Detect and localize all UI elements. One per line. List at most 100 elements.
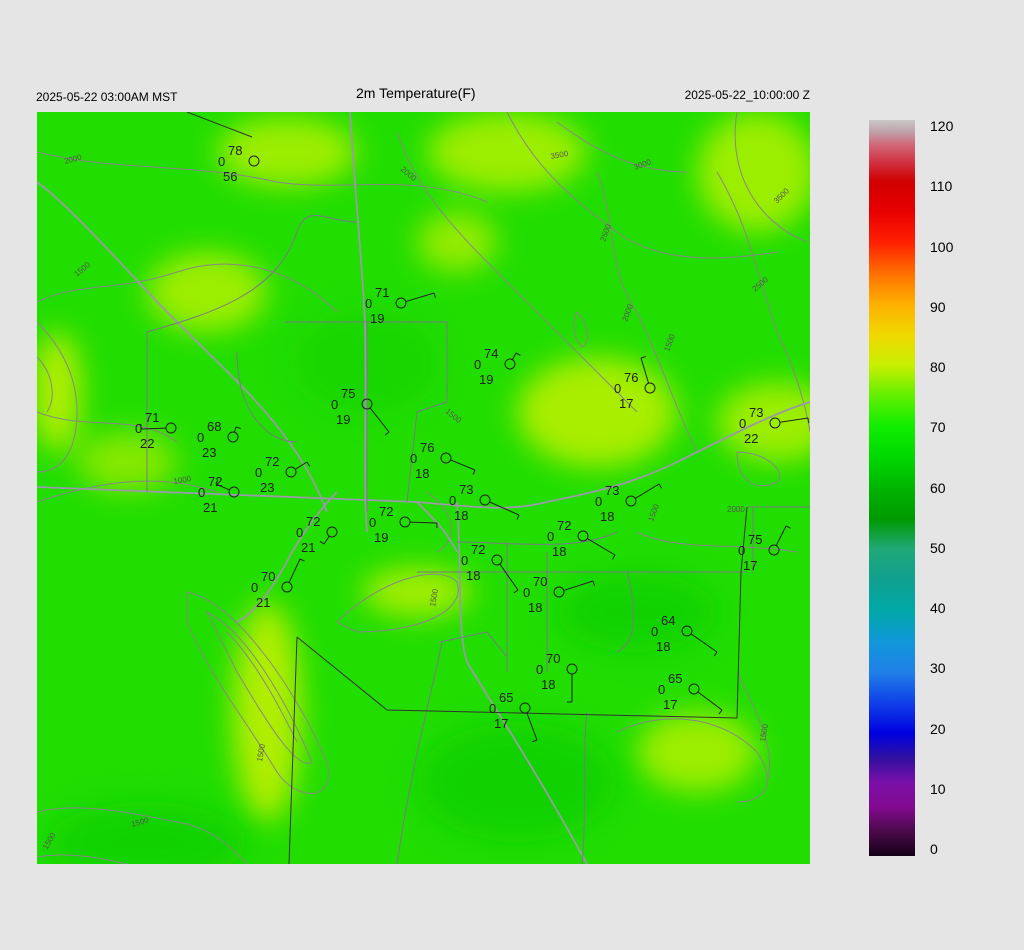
wind-barb-flag xyxy=(319,540,325,545)
station-precip: 0 xyxy=(547,529,554,544)
station-plot: 72021 xyxy=(296,514,338,555)
station-precip: 0 xyxy=(410,451,417,466)
station-circle xyxy=(361,398,373,410)
station-plot: 75019 xyxy=(331,386,390,436)
station-plot: 64018 xyxy=(651,613,718,657)
contour-label: 2000 xyxy=(63,152,83,165)
contour-label: 1500 xyxy=(130,815,150,828)
station-circle xyxy=(227,431,239,443)
wind-barb xyxy=(288,558,301,583)
station-temperature: 74 xyxy=(484,346,498,361)
wind-barb xyxy=(499,563,519,591)
station-precip: 0 xyxy=(218,154,225,169)
station-temperature: 70 xyxy=(261,569,275,584)
station-temperature: 73 xyxy=(459,482,473,497)
station-temperature: 72 xyxy=(471,542,485,557)
station-dewpoint: 17 xyxy=(494,716,508,731)
station-temperature: 78 xyxy=(228,143,242,158)
station-plot: 70021 xyxy=(251,558,305,610)
station-precip: 0 xyxy=(523,585,530,600)
station-circle xyxy=(688,683,700,695)
wind-barb xyxy=(323,535,330,545)
station-plot: 72019 xyxy=(369,504,438,545)
station-temperature: 75 xyxy=(341,386,355,401)
station-plot: 71022 xyxy=(135,410,177,451)
station-precip: 0 xyxy=(365,296,372,311)
station-dewpoint: 18 xyxy=(541,677,555,692)
station-circle xyxy=(681,625,693,637)
wind-barb xyxy=(489,501,520,516)
station-plot: 70018 xyxy=(536,651,578,703)
station-temperature: 76 xyxy=(624,370,638,385)
station-circle xyxy=(491,554,503,566)
station-precip: 0 xyxy=(489,701,496,716)
station-precip: 0 xyxy=(738,543,745,558)
station-circle xyxy=(248,155,260,167)
station-circle xyxy=(281,581,293,593)
station-temperature: 68 xyxy=(207,419,221,434)
station-temperature: 72 xyxy=(265,454,279,469)
colorbar-tick-label: 100 xyxy=(930,238,954,255)
station-dewpoint: 19 xyxy=(374,530,388,545)
colorbar-tick-label: 0 xyxy=(930,841,938,857)
wind-barb xyxy=(779,417,809,423)
station-plot: 71019 xyxy=(365,285,436,326)
station-plot: 72021 xyxy=(198,474,240,515)
station-dewpoint: 19 xyxy=(370,311,384,326)
colorbar-tick-label: 80 xyxy=(930,359,946,375)
colorbar-tick-label: 40 xyxy=(930,600,946,616)
station-temperature: 75 xyxy=(748,532,762,547)
contour-label: 1500 xyxy=(646,502,661,522)
wind-barb xyxy=(640,357,650,384)
contour-label: 1500 xyxy=(444,407,464,426)
wind-barb xyxy=(635,483,660,499)
map-labels: 780567101974019 7601775019710226802373022… xyxy=(41,143,810,851)
station-circle xyxy=(577,530,589,542)
station-dewpoint: 18 xyxy=(656,639,670,654)
station-temperature: 76 xyxy=(420,440,434,455)
contour-label: 2500 xyxy=(598,222,613,242)
wind-barb xyxy=(233,426,237,433)
contour-label: 1500 xyxy=(73,260,93,279)
map-title: 2m Temperature(F) xyxy=(356,85,476,101)
colorbar-tick-label: 50 xyxy=(930,539,946,556)
wind-barb xyxy=(140,427,167,430)
contour-label: 2000 xyxy=(727,505,745,514)
wind-barb-flag xyxy=(384,431,390,436)
wind-barb xyxy=(587,538,616,556)
contour-label: 2000 xyxy=(399,165,419,184)
station-dewpoint: 56 xyxy=(223,169,237,184)
station-dewpoint: 23 xyxy=(202,445,216,460)
wind-barb xyxy=(563,580,594,591)
wind-barb xyxy=(690,633,718,653)
station-precip: 0 xyxy=(595,494,602,509)
station-temperature: 72 xyxy=(557,518,571,533)
station-plot: 73018 xyxy=(449,482,520,523)
wind-barb xyxy=(369,407,390,433)
station-circle xyxy=(399,516,411,528)
station-dewpoint: 18 xyxy=(466,568,480,583)
station-dewpoint: 19 xyxy=(336,412,350,427)
colorbar-tick-label: 20 xyxy=(930,720,946,737)
wind-barb-flag xyxy=(718,709,723,715)
station-temperature: 73 xyxy=(605,483,619,498)
wind-barb-flag xyxy=(306,461,311,467)
station-dewpoint: 22 xyxy=(140,436,154,451)
station-circle xyxy=(395,297,407,309)
valid-time-local: 2025-05-22 03:00AM MST xyxy=(36,90,178,104)
station-circle xyxy=(228,486,240,498)
station-dewpoint: 18 xyxy=(600,509,614,524)
station-temperature: 70 xyxy=(546,651,560,666)
wind-barb-flag xyxy=(433,292,436,298)
wind-barb-flag xyxy=(592,580,596,586)
station-circle xyxy=(553,586,565,598)
contour-label: 1000 xyxy=(173,474,193,486)
contour-label: 1500 xyxy=(255,743,267,763)
wind-barb xyxy=(775,525,787,546)
station-dewpoint: 18 xyxy=(552,544,566,559)
station-plot: 72018 xyxy=(461,542,519,594)
station-plot: 76017 xyxy=(614,356,656,411)
contour-label: 1500 xyxy=(428,588,440,608)
contour-label: 3500 xyxy=(772,186,791,205)
station-temperature: 72 xyxy=(208,474,222,489)
